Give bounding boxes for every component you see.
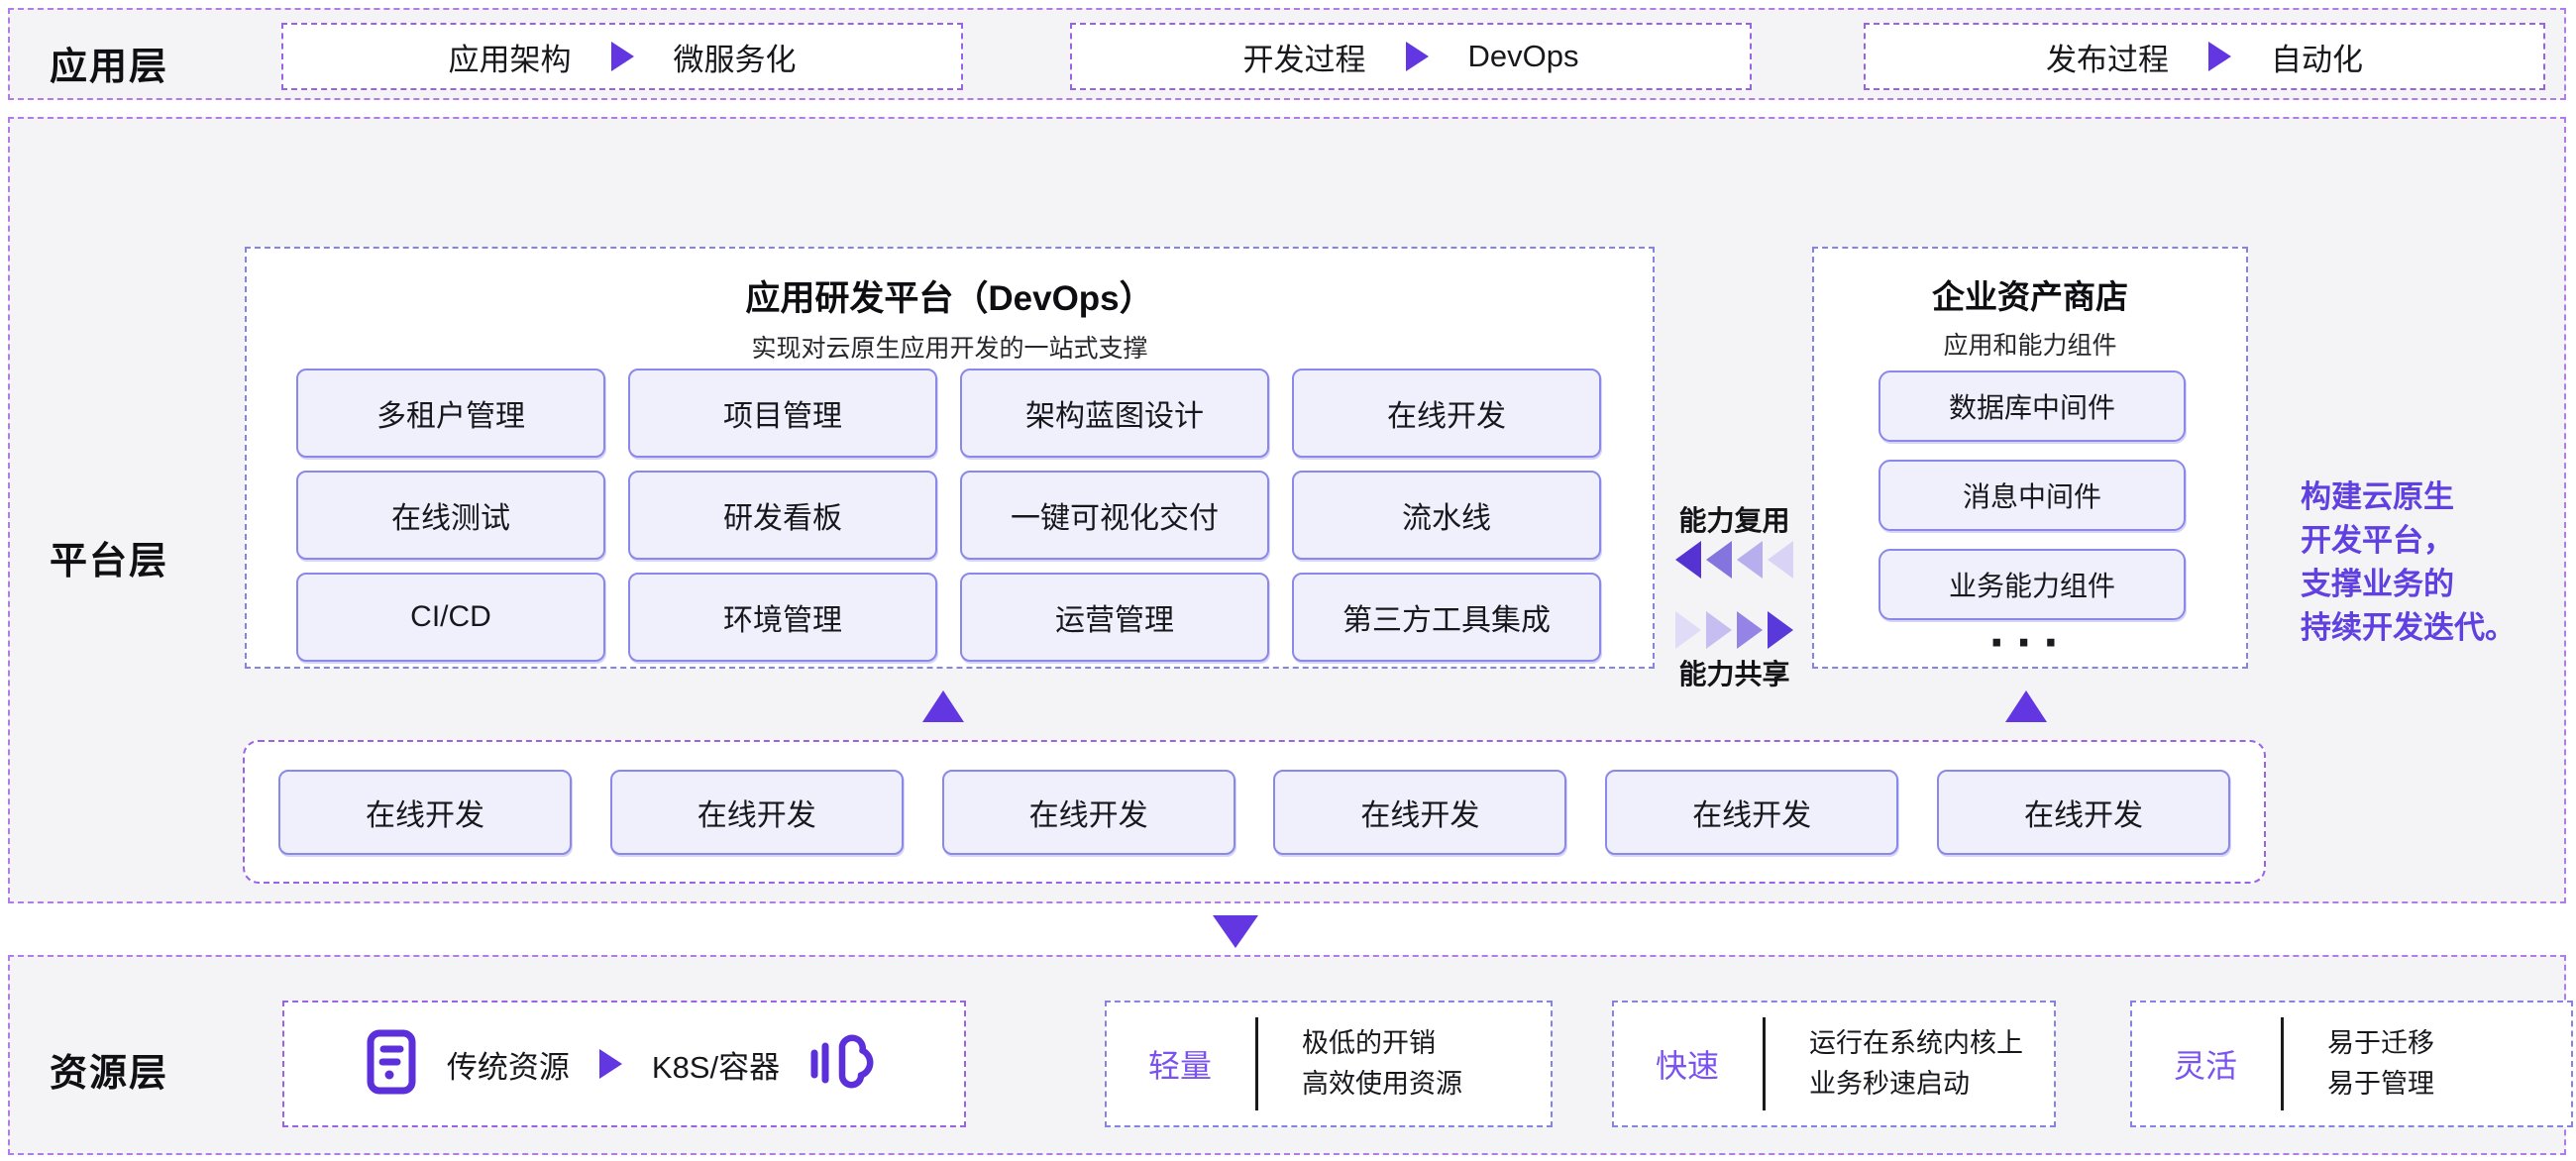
arrows-left-icon [1655, 541, 1814, 579]
feature-line: 业务秒速启动 [1809, 1064, 2023, 1105]
triangle-right-icon [1675, 611, 1701, 649]
flow-to-label: 微服务化 [674, 35, 797, 79]
ellipsis-dots: ··· [1814, 613, 2246, 673]
flow-from-label: 开发过程 [1243, 35, 1366, 79]
runtime-chip: 在线开发 [942, 770, 1235, 855]
capability-chip: 多租户管理 [296, 369, 605, 458]
capability-chip: CI/CD [296, 573, 605, 662]
capability-chip: 在线开发 [1292, 369, 1601, 458]
server-icon [366, 1029, 417, 1100]
architecture-diagram: 应用层 应用架构 微服务化 开发过程 DevOps 发布过程 自动化 平台层 应… [0, 0, 2576, 1161]
devops-panel-subtitle: 实现对云原生应用开发的一站式支撑 [247, 329, 1653, 365]
platform-layer-label: 平台层 [50, 530, 168, 584]
flow-to-label: 自动化 [2271, 35, 2363, 79]
app-flow-release: 发布过程 自动化 [1864, 23, 2545, 90]
arrows-right-icon [1655, 611, 1814, 649]
triangle-right-icon [1768, 611, 1793, 649]
capability-chip: 流水线 [1292, 471, 1601, 560]
feature-title: 轻量 [1148, 1041, 1212, 1087]
feature-line: 易于迁移 [2327, 1023, 2434, 1064]
asset-store-title: 企业资产商店 [1814, 270, 2246, 318]
migration-to-label: K8S/容器 [652, 1042, 780, 1087]
triangle-left-icon [1737, 541, 1763, 579]
feature-description: 运行在系统内核上 业务秒速启动 [1809, 1023, 2023, 1105]
runtime-chip: 在线开发 [610, 770, 904, 855]
triangle-left-icon [1768, 541, 1793, 579]
feature-description: 极低的开销 高效使用资源 [1302, 1023, 1462, 1105]
arrow-up-icon [922, 690, 964, 722]
capability-grid: 多租户管理 项目管理 架构蓝图设计 在线开发 在线测试 研发看板 一键可视化交付… [296, 369, 1601, 662]
capability-chip: 一键可视化交付 [960, 471, 1269, 560]
feature-box-flexible: 灵活 易于迁移 易于管理 [2130, 1001, 2573, 1127]
runtime-chip: 在线开发 [278, 770, 572, 855]
vertical-divider [2281, 1017, 2284, 1110]
slogan-line: 支撑业务的 [2301, 563, 2560, 606]
arrow-right-icon [1406, 42, 1429, 71]
asset-store-subtitle: 应用和能力组件 [1814, 326, 2246, 362]
capability-chip: 运营管理 [960, 573, 1269, 662]
capability-chip: 环境管理 [628, 573, 937, 662]
app-flow-architecture: 应用架构 微服务化 [281, 23, 963, 90]
triangle-right-icon [1706, 611, 1732, 649]
vertical-divider [1763, 1017, 1766, 1110]
asset-chip: 消息中间件 [1878, 460, 2186, 531]
resource-layer-label: 资源层 [50, 1042, 168, 1097]
capability-chip: 在线测试 [296, 471, 605, 560]
slogan-line: 开发平台， [2301, 519, 2560, 563]
feature-line: 运行在系统内核上 [1809, 1023, 2023, 1064]
app-layer-section: 应用层 应用架构 微服务化 开发过程 DevOps 发布过程 自动化 [8, 8, 2566, 100]
resource-migration-box: 传统资源 K8S/容器 [282, 1001, 966, 1127]
feature-box-fast: 快速 运行在系统内核上 业务秒速启动 [1612, 1001, 2056, 1127]
runtime-chip: 在线开发 [1273, 770, 1566, 855]
capability-bridge: 能力复用 能力共享 [1655, 247, 1814, 669]
feature-title: 快速 [1656, 1041, 1719, 1087]
arrow-down-icon [1213, 915, 1258, 948]
feature-line: 易于管理 [2327, 1064, 2434, 1105]
capability-chip: 项目管理 [628, 369, 937, 458]
runtime-chip: 在线开发 [1605, 770, 1898, 855]
asset-chip: 数据库中间件 [1878, 370, 2186, 442]
devops-panel-title: 应用研发平台（DevOps） [247, 270, 1653, 321]
app-flow-devprocess: 开发过程 DevOps [1070, 23, 1752, 90]
capability-chip: 研发看板 [628, 471, 937, 560]
slogan-text: 构建云原生 开发平台， 支撑业务的 持续开发迭代。 [2301, 475, 2560, 650]
arrow-right-icon [2208, 42, 2231, 71]
capability-share-label: 能力共享 [1655, 653, 1814, 692]
runtime-chip: 在线开发 [1937, 770, 2230, 855]
capability-chip: 架构蓝图设计 [960, 369, 1269, 458]
vertical-divider [1255, 1017, 1258, 1110]
feature-line: 高效使用资源 [1302, 1064, 1462, 1105]
flow-from-label: 发布过程 [2046, 35, 2169, 79]
slogan-line: 构建云原生 [2301, 475, 2560, 519]
runtime-row: 在线开发 在线开发 在线开发 在线开发 在线开发 在线开发 [243, 740, 2266, 884]
capability-reuse-label: 能力复用 [1655, 499, 1814, 539]
triangle-left-icon [1675, 541, 1701, 579]
feature-title: 灵活 [2174, 1041, 2237, 1087]
resource-layer-section: 资源层 传统资源 K8S/容器 [8, 955, 2566, 1155]
asset-chip-list: 数据库中间件 消息中间件 业务能力组件 [1878, 370, 2186, 620]
flow-to-label: DevOps [1468, 39, 1579, 74]
app-layer-label: 应用层 [50, 36, 168, 90]
arrow-right-icon [611, 42, 634, 71]
feature-description: 易于迁移 易于管理 [2327, 1023, 2434, 1105]
migration-from-label: 传统资源 [447, 1042, 570, 1087]
devops-platform-panel: 应用研发平台（DevOps） 实现对云原生应用开发的一站式支撑 多租户管理 项目… [245, 247, 1655, 669]
feature-box-lightweight: 轻量 极低的开销 高效使用资源 [1105, 1001, 1553, 1127]
slogan-line: 持续开发迭代。 [2301, 606, 2560, 650]
cloud-container-icon [809, 1034, 883, 1095]
asset-chip: 业务能力组件 [1878, 549, 2186, 620]
triangle-left-icon [1706, 541, 1732, 579]
triangle-right-icon [1737, 611, 1763, 649]
capability-chip: 第三方工具集成 [1292, 573, 1601, 662]
arrow-right-icon [599, 1049, 622, 1079]
platform-layer-section: 平台层 应用研发平台（DevOps） 实现对云原生应用开发的一站式支撑 多租户管… [8, 117, 2566, 903]
flow-from-label: 应用架构 [449, 35, 572, 79]
arrow-up-icon [2005, 690, 2047, 722]
asset-store-panel: 企业资产商店 应用和能力组件 数据库中间件 消息中间件 业务能力组件 ··· [1812, 247, 2248, 669]
feature-line: 极低的开销 [1302, 1023, 1462, 1064]
